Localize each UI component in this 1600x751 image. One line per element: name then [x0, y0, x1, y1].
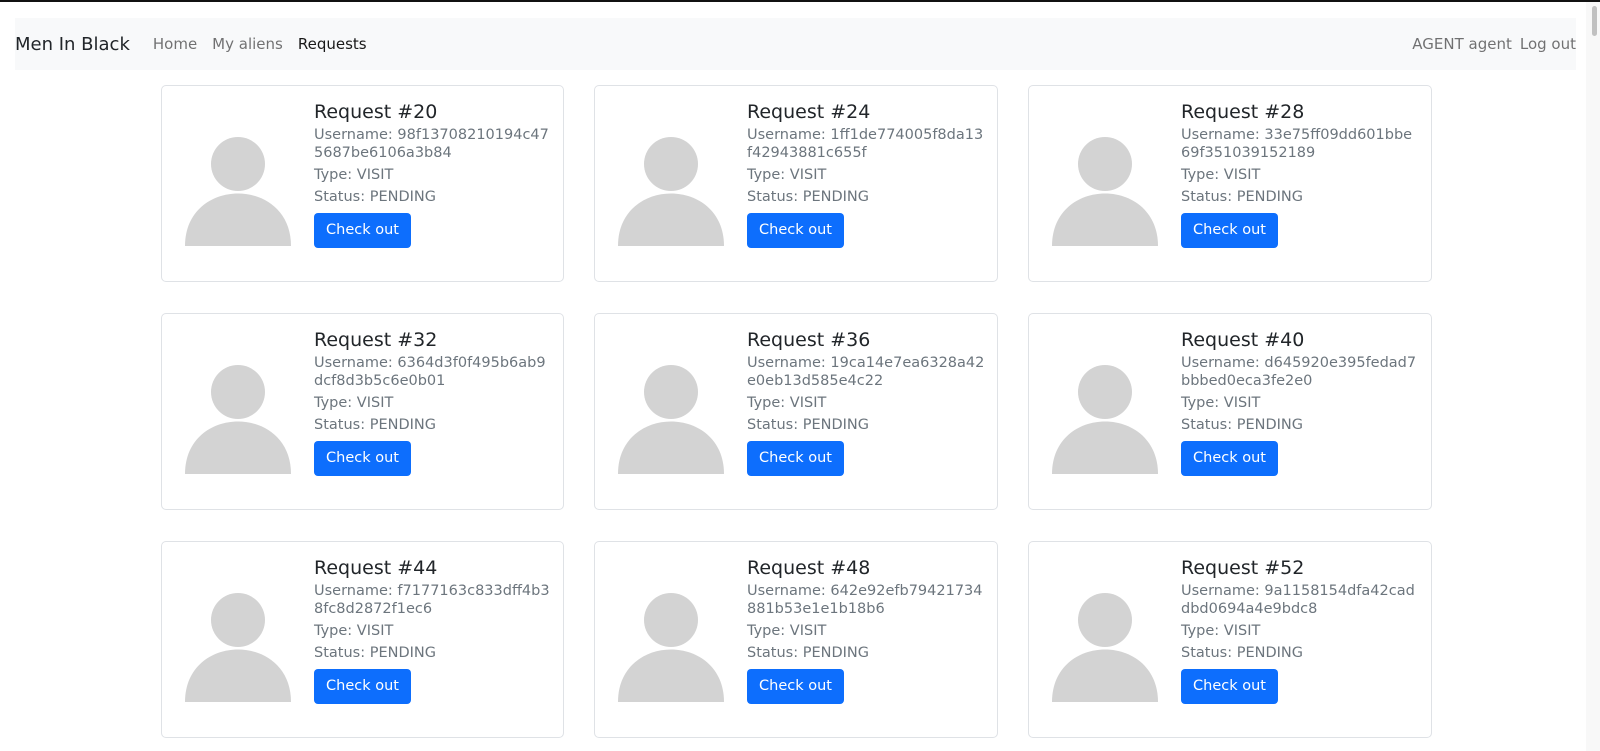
check-out-button[interactable]: Check out	[747, 669, 844, 704]
user-avatar-icon	[618, 593, 724, 702]
request-card: Request #32 Username: 6364d3f0f495b6ab9d…	[161, 313, 564, 510]
user-avatar-icon	[1052, 365, 1158, 474]
request-username: Username: 33e75ff09dd601bbe69f3510391521…	[1181, 127, 1413, 161]
nav-link-requests[interactable]: Requests	[298, 35, 367, 53]
request-status: Status: PENDING	[314, 645, 436, 661]
request-card: Request #20 Username: 98f13708210194c475…	[161, 85, 564, 282]
request-username: Username: 19ca14e7ea6328a42e0eb13d585e4c…	[747, 355, 985, 389]
request-title: Request #52	[1181, 557, 1305, 579]
request-card: Request #44 Username: f7177163c833dff4b3…	[161, 541, 564, 738]
request-status: Status: PENDING	[314, 189, 436, 205]
check-out-button[interactable]: Check out	[747, 213, 844, 248]
check-out-button[interactable]: Check out	[1181, 213, 1278, 248]
request-type: Type: VISIT	[747, 395, 827, 411]
request-status: Status: PENDING	[747, 645, 869, 661]
request-status: Status: PENDING	[314, 417, 436, 433]
request-type: Type: VISIT	[747, 623, 827, 639]
requests-grid: Request #20 Username: 98f13708210194c475…	[161, 85, 1432, 738]
request-card: Request #36 Username: 19ca14e7ea6328a42e…	[594, 313, 998, 510]
request-card-body: Request #32 Username: 6364d3f0f495b6ab9d…	[314, 328, 551, 476]
request-card-body: Request #36 Username: 19ca14e7ea6328a42e…	[747, 328, 985, 476]
request-card-body: Request #48 Username: 642e92efb794217348…	[747, 556, 985, 704]
request-username: Username: d645920e395fedad7bbbed0eca3fe2…	[1181, 355, 1417, 389]
request-type: Type: VISIT	[314, 623, 394, 639]
check-out-button[interactable]: Check out	[314, 669, 411, 704]
user-avatar-icon	[185, 365, 291, 474]
check-out-button[interactable]: Check out	[314, 441, 411, 476]
scrollbar-thumb[interactable]	[1592, 6, 1597, 36]
user-avatar-icon	[1052, 593, 1158, 702]
request-type: Type: VISIT	[314, 167, 394, 183]
request-username: Username: 642e92efb79421734881b53e1e1b18…	[747, 583, 983, 617]
request-title: Request #32	[314, 329, 438, 351]
request-type: Type: VISIT	[747, 167, 827, 183]
request-title: Request #40	[1181, 329, 1305, 351]
request-username: Username: 9a1158154dfa42caddbd0694a4e9bd…	[1181, 583, 1415, 617]
request-status: Status: PENDING	[1181, 645, 1303, 661]
request-username: Username: 1ff1de774005f8da13f42943881c65…	[747, 127, 984, 161]
request-title: Request #28	[1181, 101, 1305, 123]
check-out-button[interactable]: Check out	[314, 213, 411, 248]
request-status: Status: PENDING	[747, 417, 869, 433]
request-title: Request #36	[747, 329, 871, 351]
request-card: Request #52 Username: 9a1158154dfa42cadd…	[1028, 541, 1432, 738]
user-avatar-icon	[618, 365, 724, 474]
request-type: Type: VISIT	[314, 395, 394, 411]
request-card: Request #28 Username: 33e75ff09dd601bbe6…	[1028, 85, 1432, 282]
request-title: Request #24	[747, 101, 871, 123]
request-card: Request #24 Username: 1ff1de774005f8da13…	[594, 85, 998, 282]
navbar-brand[interactable]: Men In Black	[15, 34, 130, 55]
nav-user-name[interactable]: AGENT agent	[1412, 35, 1512, 53]
request-username: Username: 6364d3f0f495b6ab9dcf8d3b5c6e0b…	[314, 355, 546, 389]
request-title: Request #48	[747, 557, 871, 579]
nav-link-home[interactable]: Home	[153, 35, 197, 53]
navbar-user-area: AGENT agent Log out	[1412, 35, 1576, 53]
request-type: Type: VISIT	[1181, 167, 1261, 183]
request-card-body: Request #20 Username: 98f13708210194c475…	[314, 100, 551, 248]
request-card-body: Request #28 Username: 33e75ff09dd601bbe6…	[1181, 100, 1419, 248]
request-username: Username: 98f13708210194c475687be6106a3b…	[314, 127, 549, 161]
request-card-body: Request #24 Username: 1ff1de774005f8da13…	[747, 100, 985, 248]
request-type: Type: VISIT	[1181, 395, 1261, 411]
page-scrollbar[interactable]	[1586, 2, 1600, 751]
nav-link-my-aliens[interactable]: My aliens	[212, 35, 283, 53]
user-avatar-icon	[185, 593, 291, 702]
logout-link[interactable]: Log out	[1520, 35, 1576, 53]
request-username: Username: f7177163c833dff4b38fc8d2872f1e…	[314, 583, 550, 617]
request-card: Request #48 Username: 642e92efb794217348…	[594, 541, 998, 738]
request-card-body: Request #40 Username: d645920e395fedad7b…	[1181, 328, 1419, 476]
request-type: Type: VISIT	[1181, 623, 1261, 639]
check-out-button[interactable]: Check out	[747, 441, 844, 476]
request-title: Request #44	[314, 557, 438, 579]
user-avatar-icon	[618, 137, 724, 246]
request-card: Request #40 Username: d645920e395fedad7b…	[1028, 313, 1432, 510]
request-card-body: Request #44 Username: f7177163c833dff4b3…	[314, 556, 551, 704]
request-title: Request #20	[314, 101, 438, 123]
user-avatar-icon	[185, 137, 291, 246]
request-card-body: Request #52 Username: 9a1158154dfa42cadd…	[1181, 556, 1419, 704]
request-status: Status: PENDING	[747, 189, 869, 205]
request-status: Status: PENDING	[1181, 189, 1303, 205]
user-avatar-icon	[1052, 137, 1158, 246]
navbar: Men In Black Home My aliens Requests AGE…	[15, 18, 1576, 70]
request-status: Status: PENDING	[1181, 417, 1303, 433]
check-out-button[interactable]: Check out	[1181, 669, 1278, 704]
check-out-button[interactable]: Check out	[1181, 441, 1278, 476]
window-top-border	[0, 0, 1600, 2]
